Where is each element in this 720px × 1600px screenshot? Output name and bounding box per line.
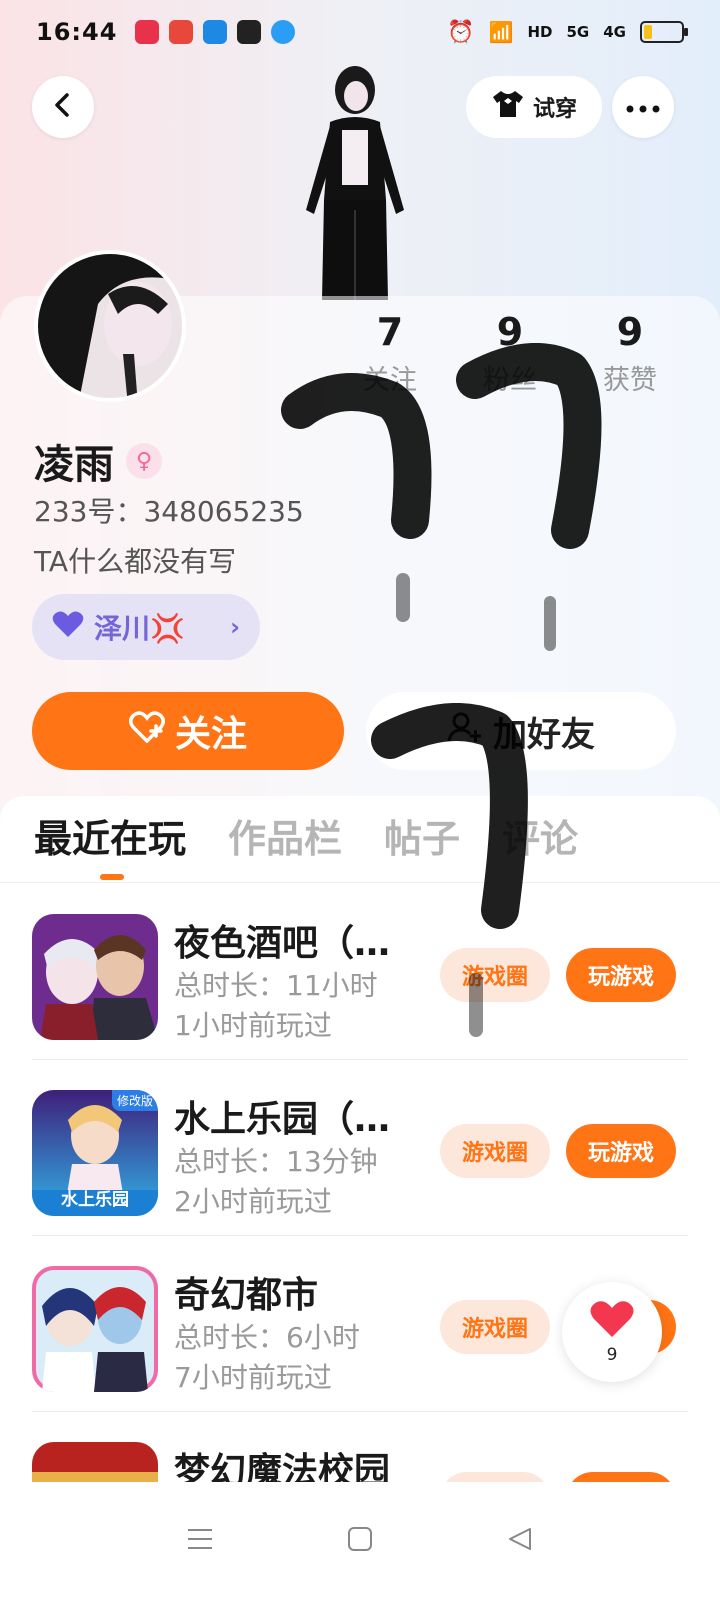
- stat-followers[interactable]: 9 粉丝: [450, 310, 570, 397]
- app-notification-icon: [169, 20, 194, 44]
- tab-comments[interactable]: 评论: [502, 808, 578, 863]
- add-friend-label: 加好友: [493, 714, 595, 755]
- back-icon: [50, 92, 76, 122]
- stat-label: 粉丝: [483, 365, 537, 396]
- profile-name-row: 凌雨 ♀: [34, 432, 162, 490]
- tryon-button[interactable]: 试穿: [466, 76, 602, 138]
- status-time: 16:44: [36, 18, 118, 46]
- game-thumbnail[interactable]: 修改版 水上乐园: [32, 1090, 158, 1216]
- game-list-item[interactable]: 修改版 水上乐园 水上乐园（… 总时长：13分钟 2小时前玩过 游戏圈 玩游戏: [32, 1060, 688, 1236]
- add-user-icon: [447, 711, 482, 752]
- play-game-button[interactable]: 玩游戏: [566, 1124, 676, 1178]
- add-friend-button[interactable]: 加好友: [366, 692, 676, 770]
- stat-value: 7: [376, 310, 404, 354]
- game-title: 水上乐园（…: [174, 1099, 391, 1140]
- stat-label: 获赞: [603, 365, 657, 396]
- app-notification-icon: [135, 20, 160, 44]
- active-tab-indicator: [100, 874, 124, 880]
- tab-recent[interactable]: 最近在玩: [34, 808, 186, 863]
- stat-value: 9: [496, 310, 524, 354]
- game-circle-button[interactable]: 游戏圈: [440, 948, 550, 1002]
- 4g-signal-label: 4G: [603, 23, 626, 41]
- female-gender-icon: ♀: [126, 443, 162, 479]
- game-last-played: 1小时前玩过: [174, 1009, 332, 1042]
- 5g-signal-label: 5G: [566, 23, 590, 41]
- stat-following[interactable]: 7 关注: [330, 310, 450, 397]
- game-title: 梦幻魔法校园: [174, 1451, 391, 1482]
- tab-posts[interactable]: 帖子: [384, 808, 460, 863]
- game-title: 夜色酒吧（…: [174, 923, 391, 964]
- stat-label: 关注: [363, 365, 417, 396]
- alarm-icon: ⏰: [447, 19, 475, 45]
- chevron-right-icon: ›: [230, 613, 240, 641]
- game-circle-button[interactable]: 游戏圈: [440, 1300, 550, 1354]
- back-nav-icon[interactable]: [506, 1525, 534, 1557]
- follow-label: 关注: [174, 714, 247, 755]
- wifi-icon: 📶: [488, 20, 514, 44]
- tryon-label: 试穿: [532, 97, 577, 122]
- game-thumbnail[interactable]: [32, 914, 158, 1040]
- heart-icon: [589, 1299, 635, 1343]
- menu-icon[interactable]: [186, 1527, 214, 1555]
- like-count: 9: [606, 1345, 618, 1365]
- more-button[interactable]: [612, 76, 674, 138]
- status-indicators: ⏰ 📶 HD 5G 4G: [447, 19, 688, 45]
- app-notification-icon: [203, 20, 228, 44]
- game-title: 奇幻都市: [174, 1275, 319, 1316]
- profile-uid: 233号：348065235: [34, 495, 304, 528]
- app-notification-icon: [271, 20, 296, 44]
- relation-badge[interactable]: 泽川💢 ›: [32, 594, 260, 660]
- stat-likes[interactable]: 9 获赞: [570, 310, 690, 397]
- follow-button[interactable]: 关注: [32, 692, 344, 770]
- avatar[interactable]: [34, 250, 186, 402]
- profile-name: 凌雨: [34, 442, 114, 488]
- purple-heart-icon: [52, 610, 84, 645]
- game-thumb-badge: 水上乐园: [61, 1190, 129, 1210]
- shirt-icon: [491, 89, 525, 125]
- divider: [0, 882, 720, 883]
- game-duration: 总时长：11小时: [174, 969, 378, 1002]
- battery-icon: [640, 21, 688, 43]
- more-icon: [626, 98, 660, 117]
- game-last-played: 7小时前玩过: [174, 1361, 332, 1394]
- game-list-item[interactable]: 梦幻魔法校园: [32, 1412, 688, 1482]
- game-thumbnail[interactable]: [32, 1442, 158, 1482]
- game-duration: 总时长：6小时: [174, 1321, 360, 1354]
- avatar-3d-figure[interactable]: [290, 60, 420, 300]
- system-nav-bar: [0, 1482, 720, 1600]
- back-button[interactable]: [32, 76, 94, 138]
- game-thumbnail[interactable]: [32, 1266, 158, 1392]
- status-bar: 16:44 ⏰ 📶 HD 5G 4G: [0, 0, 720, 64]
- relation-label: 泽川💢: [94, 612, 185, 645]
- stat-value: 9: [616, 310, 644, 354]
- game-thumb-corner-label: 修改版: [111, 1090, 158, 1111]
- game-last-played: 2小时前玩过: [174, 1185, 332, 1218]
- hd-label: HD: [527, 23, 553, 41]
- game-circle-button[interactable]: [440, 1472, 550, 1482]
- tab-works[interactable]: 作品栏: [228, 808, 342, 863]
- game-list-item[interactable]: 夜色酒吧（… 总时长：11小时 1小时前玩过 游戏圈 玩游戏: [32, 884, 688, 1060]
- play-game-button[interactable]: [566, 1472, 676, 1482]
- heart-plus-icon: [128, 710, 165, 752]
- home-icon[interactable]: [346, 1525, 374, 1557]
- play-game-button[interactable]: 玩游戏: [566, 948, 676, 1002]
- game-circle-button[interactable]: 游戏圈: [440, 1124, 550, 1178]
- profile-tabs: 最近在玩 作品栏 帖子 评论: [34, 808, 578, 863]
- game-duration: 总时长：13分钟: [174, 1145, 378, 1178]
- profile-stats: 7 关注 9 粉丝 9 获赞: [330, 310, 690, 397]
- wechat-icon: [237, 20, 262, 44]
- like-floating-button[interactable]: 9: [562, 1282, 662, 1382]
- status-app-icons: [135, 20, 296, 44]
- profile-bio: TA什么都没有写: [34, 545, 237, 578]
